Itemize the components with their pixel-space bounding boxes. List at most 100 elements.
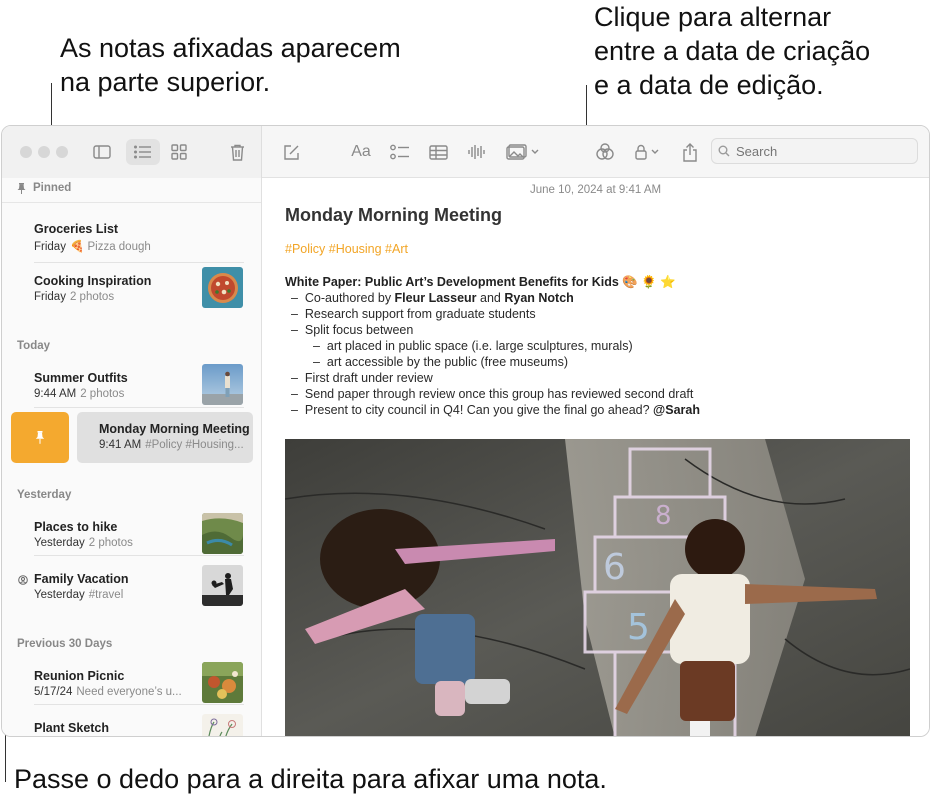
callout-line: e a data de edição. bbox=[594, 70, 824, 100]
section-pinned-label: Pinned bbox=[33, 182, 72, 194]
section-pinned: Pinned bbox=[17, 182, 71, 194]
bullet-5: – Send paper through review once this gr… bbox=[285, 386, 700, 402]
note-preview: 2 photos bbox=[88, 537, 133, 549]
share-button[interactable] bbox=[677, 139, 703, 165]
waveform-icon bbox=[468, 145, 485, 159]
callout-pinned-notes: As notas afixadas aparecem na parte supe… bbox=[60, 31, 401, 99]
list-divider bbox=[34, 262, 244, 263]
gallery-view-button[interactable] bbox=[166, 139, 192, 165]
note-preview: 🍕 Pizza dough bbox=[69, 241, 151, 253]
bullet-dash: – bbox=[313, 339, 320, 353]
bullet-text: Send paper through review once this grou… bbox=[304, 387, 694, 401]
bullet-text: art placed in public space (i.e. large s… bbox=[326, 339, 633, 353]
pizza-photo bbox=[202, 267, 243, 308]
bullet-text: Co-authored by bbox=[304, 291, 395, 305]
note-thumbnail bbox=[202, 662, 243, 703]
note-preview: 2 photos bbox=[69, 291, 115, 303]
callout-toggle-date: Clique para alternar entre a data de cri… bbox=[594, 0, 870, 102]
format-button[interactable]: Aa bbox=[347, 139, 375, 165]
pin-icon bbox=[17, 182, 26, 194]
sketch-photo bbox=[202, 714, 243, 736]
zoom-window-button[interactable] bbox=[56, 146, 68, 158]
lock-icon bbox=[635, 144, 659, 160]
bullet-text: Research support from graduate students bbox=[304, 307, 536, 321]
lock-button[interactable] bbox=[632, 139, 666, 165]
bullet-3a: – art placed in public space (i.e. large… bbox=[285, 338, 700, 354]
bullet-dash: – bbox=[291, 403, 298, 417]
mention[interactable]: @Sarah bbox=[653, 403, 700, 417]
note-thumbnail bbox=[202, 565, 243, 606]
note-preview: 2 photos bbox=[80, 388, 125, 400]
outfit-photo bbox=[202, 364, 243, 405]
format-icon: Aa bbox=[351, 143, 371, 160]
note-date: Yesterday bbox=[34, 537, 85, 549]
bullet-dash: – bbox=[291, 387, 298, 401]
section-yesterday: Yesterday bbox=[17, 489, 72, 501]
author-name: Fleur Lasseur bbox=[394, 291, 477, 305]
callout-line: entre a data de criação bbox=[594, 36, 871, 66]
swiped-note-item[interactable]: Monday Morning Meeting 9:41 AM #Policy #H… bbox=[77, 412, 253, 463]
note-subtitle: 9:41 AM #Policy #Housing... bbox=[99, 439, 253, 451]
sidebar-toggle-button[interactable] bbox=[89, 139, 115, 165]
note-title: Groceries List bbox=[34, 222, 119, 236]
search-input[interactable] bbox=[736, 143, 906, 159]
close-window-button[interactable] bbox=[20, 146, 32, 158]
note-tags[interactable]: #Policy #Housing #Art bbox=[285, 242, 408, 256]
callout-line: na parte superior. bbox=[60, 67, 271, 97]
bullet-dash: – bbox=[291, 291, 298, 305]
list-view-button[interactable] bbox=[126, 139, 160, 165]
list-divider bbox=[34, 555, 244, 556]
note-preview: #travel bbox=[88, 589, 124, 601]
bullet-3: – Split focus between bbox=[285, 322, 700, 338]
delete-button[interactable] bbox=[224, 139, 250, 165]
compose-icon bbox=[283, 144, 299, 160]
note-title: Monday Morning Meeting bbox=[285, 205, 502, 225]
section-previous-30-days: Previous 30 Days bbox=[17, 638, 113, 650]
bullet-dash: – bbox=[313, 355, 320, 369]
table-icon bbox=[428, 144, 448, 160]
bullet-dash: – bbox=[291, 307, 298, 321]
checklist-button[interactable] bbox=[387, 139, 413, 165]
bullet-text: and bbox=[476, 291, 505, 305]
audio-button[interactable] bbox=[463, 139, 489, 165]
photo-icon bbox=[506, 144, 539, 160]
author-name: Ryan Notch bbox=[504, 291, 574, 305]
search-field[interactable] bbox=[711, 138, 918, 164]
notes-list: Pinned Groceries List Friday 🍕 Pizza doug… bbox=[2, 178, 262, 736]
section-today: Today bbox=[17, 340, 51, 352]
list-item[interactable]: Groceries List Friday 🍕 Pizza dough bbox=[34, 222, 244, 253]
minimize-window-button[interactable] bbox=[38, 146, 50, 158]
table-button[interactable] bbox=[425, 139, 451, 165]
note-date: Yesterday bbox=[34, 589, 85, 601]
bullet-2: – Research support from graduate student… bbox=[285, 306, 700, 322]
note-preview: Need everyone’s u... bbox=[76, 686, 182, 698]
trash-icon bbox=[230, 144, 244, 161]
note-body: White Paper: Public Art’s Development Be… bbox=[285, 274, 700, 418]
note-editor[interactable]: June 10, 2024 at 9:41 AM Monday Morning … bbox=[262, 178, 929, 736]
new-note-button[interactable] bbox=[278, 139, 304, 165]
note-title: Monday Morning Meeting bbox=[99, 422, 250, 436]
pin-swipe-button[interactable] bbox=[11, 412, 69, 463]
note-photo[interactable]: 8 6 5 bbox=[285, 439, 910, 736]
grid-icon bbox=[171, 144, 187, 160]
note-date-toggle[interactable]: June 10, 2024 at 9:41 AM bbox=[530, 184, 661, 196]
hike-photo bbox=[202, 513, 243, 554]
callout-line: As notas afixadas aparecem bbox=[60, 33, 401, 63]
bullet-text: Split focus between bbox=[304, 323, 414, 337]
note-date: Friday bbox=[34, 291, 66, 303]
checklist-icon bbox=[390, 144, 409, 159]
list-divider bbox=[34, 407, 244, 408]
collaborate-button[interactable] bbox=[592, 139, 618, 165]
bullet-6: – Present to city council in Q4! Can you… bbox=[285, 402, 700, 418]
callout-line: Clique para alternar bbox=[594, 2, 832, 32]
list-icon bbox=[134, 145, 151, 159]
bullet-3b: – art accessible by the public (free mus… bbox=[285, 354, 700, 370]
collaborate-icon bbox=[596, 143, 614, 160]
hopscotch-photo: 8 6 5 bbox=[285, 439, 910, 736]
toolbar: Aa bbox=[2, 126, 929, 178]
note-date: 5/17/24 bbox=[34, 686, 73, 698]
vacation-photo bbox=[202, 565, 243, 606]
pinned-divider bbox=[2, 202, 261, 203]
note-date: Friday bbox=[34, 241, 66, 253]
media-button[interactable] bbox=[504, 139, 544, 165]
